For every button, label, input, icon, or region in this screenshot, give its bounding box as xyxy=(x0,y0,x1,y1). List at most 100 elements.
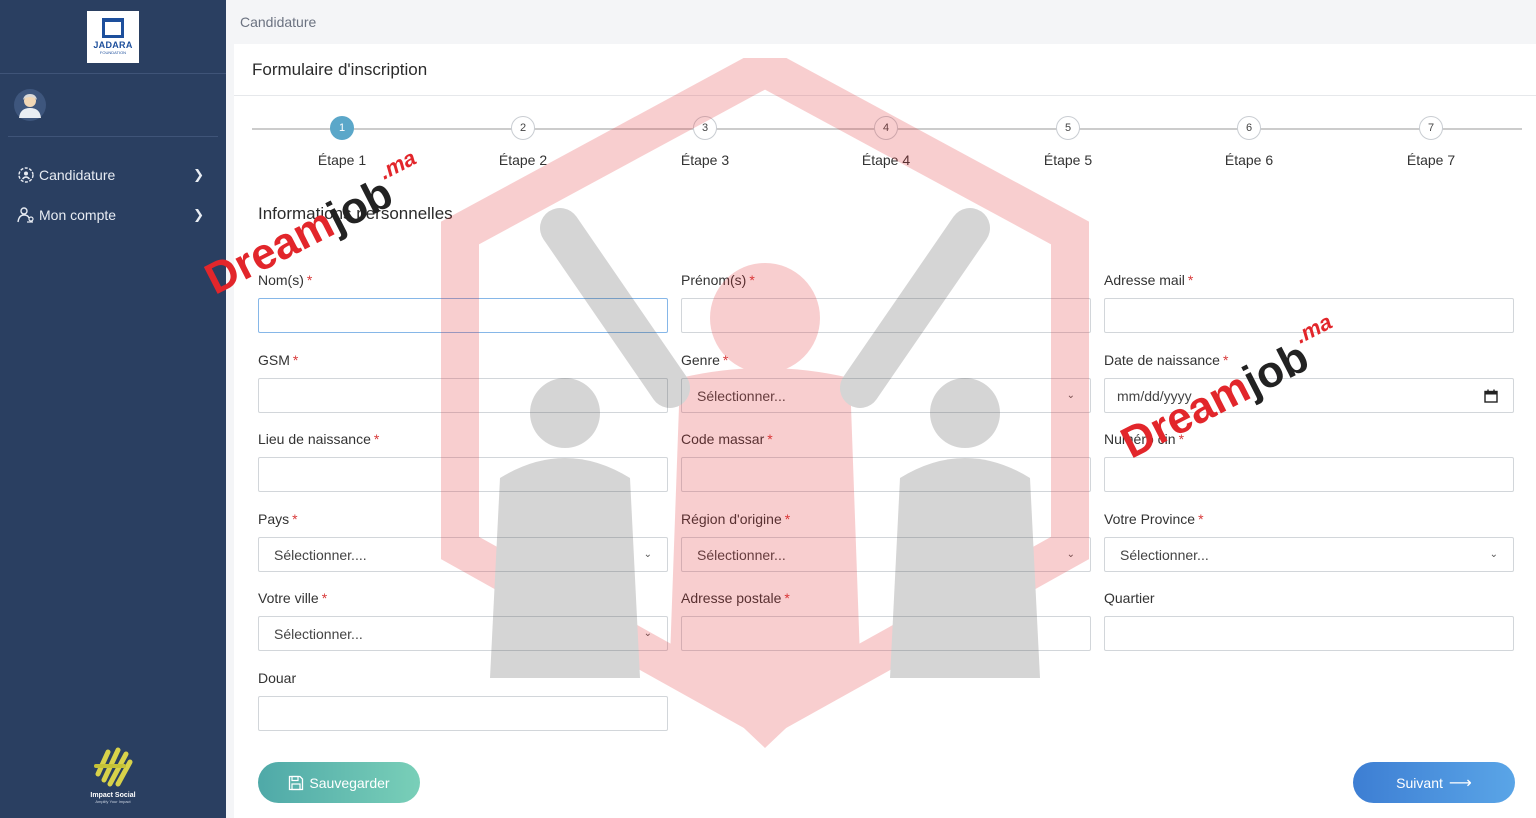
prenom-field: Prénom(s) * xyxy=(681,272,1091,333)
field-label: Lieu de naissance * xyxy=(258,431,380,447)
logo-mark-icon xyxy=(102,18,124,38)
impact-tagline: Amplify Your Impact xyxy=(95,799,131,804)
form-card: Formulaire d'inscription 1 Étape 1 2 Éta… xyxy=(234,44,1536,818)
logo-area: JADARA FOUNDATION xyxy=(0,0,226,74)
step-7[interactable]: 7 Étape 7 xyxy=(1381,116,1481,168)
field-label: Adresse postale * xyxy=(681,590,790,606)
sidebar-item-mon-compte[interactable]: Mon compte ❯ xyxy=(0,195,226,235)
ville-field: Votre ville * Sélectionner... ⌄ xyxy=(258,590,668,651)
field-label: Code massar * xyxy=(681,431,773,447)
next-button[interactable]: Suivant ⟶ xyxy=(1353,762,1515,803)
step-label: Étape 6 xyxy=(1224,152,1274,168)
select-value: Sélectionner... xyxy=(1120,546,1209,563)
sidebar-item-label: Mon compte xyxy=(39,207,117,223)
step-number: 2 xyxy=(511,116,535,140)
next-label: Suivant xyxy=(1396,774,1443,791)
adresse-input[interactable] xyxy=(681,616,1091,651)
calendar-icon[interactable] xyxy=(1484,389,1498,403)
nom-input[interactable] xyxy=(258,298,668,333)
gsm-field: GSM * xyxy=(258,352,668,413)
step-label: Étape 5 xyxy=(1043,152,1093,168)
region-field: Région d'origine * Sélectionner... ⌄ xyxy=(681,511,1091,572)
select-value: Sélectionner... xyxy=(274,625,363,642)
page-title: Formulaire d'inscription xyxy=(234,44,1536,96)
field-label: Genre * xyxy=(681,352,729,368)
genre-select[interactable]: Sélectionner... ⌄ xyxy=(681,378,1091,413)
nom-field: Nom(s) * xyxy=(258,272,668,333)
field-label: Pays * xyxy=(258,511,298,527)
section-title: Informations personnelles xyxy=(258,204,453,223)
code-massar-input[interactable] xyxy=(681,457,1091,492)
sidebar: JADARA FOUNDATION Candidature ❯ Mon comp… xyxy=(0,0,226,818)
step-number: 7 xyxy=(1419,116,1443,140)
step-number: 3 xyxy=(693,116,717,140)
province-field: Votre Province * Sélectionner... ⌄ xyxy=(1104,511,1514,572)
prenom-input[interactable] xyxy=(681,298,1091,333)
chevron-down-icon: ⌄ xyxy=(1489,549,1498,560)
email-input[interactable] xyxy=(1104,298,1514,333)
step-1[interactable]: 1 Étape 1 xyxy=(292,116,392,168)
step-label: Étape 3 xyxy=(680,152,730,168)
impact-name: Impact Social xyxy=(90,792,136,799)
pays-select[interactable]: Sélectionner.... ⌄ xyxy=(258,537,668,572)
logo-sub: FOUNDATION xyxy=(99,50,127,55)
chevron-right-icon: ❯ xyxy=(193,207,204,222)
adresse-field: Adresse postale * xyxy=(681,590,1091,651)
field-label: GSM * xyxy=(258,352,299,368)
date-naissance-input[interactable]: mm/dd/yyyy xyxy=(1104,378,1514,413)
date-naissance-field: Date de naissance * mm/dd/yyyy xyxy=(1104,352,1514,413)
cin-input[interactable] xyxy=(1104,457,1514,492)
region-select[interactable]: Sélectionner... ⌄ xyxy=(681,537,1091,572)
step-number: 1 xyxy=(330,116,354,140)
quartier-input[interactable] xyxy=(1104,616,1514,651)
step-3[interactable]: 3 Étape 3 xyxy=(655,116,755,168)
user-avatar-icon xyxy=(19,94,41,118)
douar-input[interactable] xyxy=(258,696,668,731)
chevron-right-icon: ❯ xyxy=(193,167,204,182)
step-number: 4 xyxy=(874,116,898,140)
gear-user-icon xyxy=(16,165,36,185)
impact-social-logo: Impact Social Amplify Your Impact xyxy=(0,744,226,804)
avatar[interactable] xyxy=(14,89,46,121)
field-label: Quartier xyxy=(1104,590,1155,606)
quartier-field: Quartier xyxy=(1104,590,1514,651)
field-label: Prénom(s) * xyxy=(681,272,755,288)
cin-field: Numéro cin * xyxy=(1104,431,1514,492)
lieu-naissance-field: Lieu de naissance * xyxy=(258,431,668,492)
field-label: Votre Province * xyxy=(1104,511,1204,527)
ville-select[interactable]: Sélectionner... ⌄ xyxy=(258,616,668,651)
user-key-icon xyxy=(16,205,36,225)
pays-field: Pays * Sélectionner.... ⌄ xyxy=(258,511,668,572)
select-value: Sélectionner... xyxy=(697,387,786,404)
breadcrumb: Candidature xyxy=(240,14,317,30)
select-value: Sélectionner.... xyxy=(274,546,367,563)
save-label: Sauvegarder xyxy=(309,774,390,791)
sidebar-item-candidature[interactable]: Candidature ❯ xyxy=(0,155,226,195)
chevron-down-icon: ⌄ xyxy=(643,628,652,639)
step-label: Étape 1 xyxy=(317,152,367,168)
genre-field: Genre * Sélectionner... ⌄ xyxy=(681,352,1091,413)
province-select[interactable]: Sélectionner... ⌄ xyxy=(1104,537,1514,572)
step-4[interactable]: 4 Étape 4 xyxy=(836,116,936,168)
step-2[interactable]: 2 Étape 2 xyxy=(473,116,573,168)
chevron-down-icon: ⌄ xyxy=(643,549,652,560)
user-panel xyxy=(8,74,218,137)
field-label: Région d'origine * xyxy=(681,511,791,527)
step-number: 6 xyxy=(1237,116,1261,140)
save-button[interactable]: Sauvegarder xyxy=(258,762,420,803)
date-placeholder: mm/dd/yyyy xyxy=(1117,387,1192,404)
code-massar-field: Code massar * xyxy=(681,431,1091,492)
email-field: Adresse mail * xyxy=(1104,272,1514,333)
arrow-right-icon: ⟶ xyxy=(1448,774,1472,792)
sidebar-nav: Candidature ❯ Mon compte ❯ xyxy=(0,137,226,235)
step-label: Étape 7 xyxy=(1406,152,1456,168)
field-label: Nom(s) * xyxy=(258,272,313,288)
step-6[interactable]: 6 Étape 6 xyxy=(1199,116,1299,168)
gsm-input[interactable] xyxy=(258,378,668,413)
jadara-logo[interactable]: JADARA FOUNDATION xyxy=(87,10,139,63)
lieu-naissance-input[interactable] xyxy=(258,457,668,492)
step-label: Étape 4 xyxy=(861,152,911,168)
impact-social-icon xyxy=(94,747,133,787)
stepper: 1 Étape 1 2 Étape 2 3 Étape 3 4 Étape 4 … xyxy=(252,116,1522,176)
step-5[interactable]: 5 Étape 5 xyxy=(1018,116,1118,168)
